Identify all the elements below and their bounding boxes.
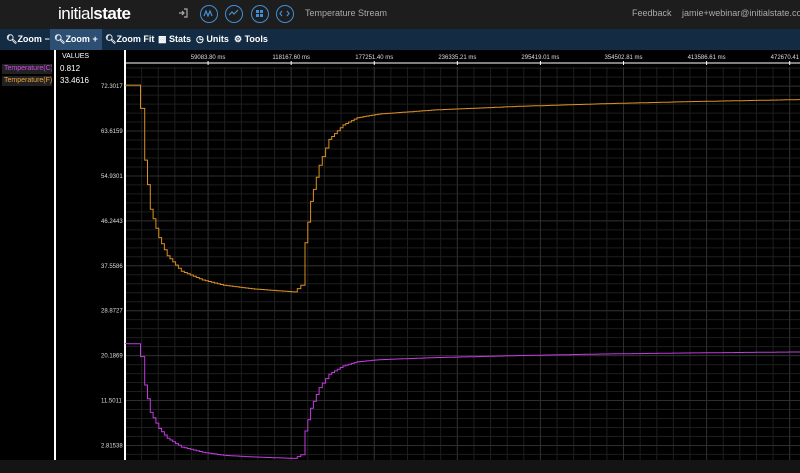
values-header: VALUES [62,53,90,60]
x-tick-label: 118167.60 ms [272,55,310,61]
bar-chart-icon: ▩ [158,34,167,44]
x-tick-label: 236335.21 ms [438,55,476,61]
temperature-chart[interactable]: 59083.80 ms 118167.60 ms 177251.40 ms 23633… [97,50,800,460]
y-tick-label: 28.8727 [101,309,123,315]
logo-part-initial: initial [58,4,94,23]
zoom-out-button[interactable]: 🔍︎Zoom − [6,29,50,50]
chart-background [97,50,800,460]
y-tick-label: 20.1869 [101,354,123,360]
minus-icon: − [44,34,50,44]
x-tick-label: 295419.01 ms [521,55,559,61]
x-tick-label: 472670.41 ms [771,55,800,61]
zoom-fit-button[interactable]: 🔍︎Zoom Fit [105,29,154,50]
tools-label: Tools [244,34,268,44]
tools-button[interactable]: ⚙ Tools [234,29,268,50]
zoom-magnifier-icon: 🔍︎ [6,34,18,44]
panel-divider [54,50,56,460]
zoom-magnifier-icon: 🔍︎ [105,34,117,44]
zoom-in-label: Zoom [65,34,90,44]
y-tick-label: 46.2443 [101,219,123,225]
series-value-fahrenheit: 33.4616 [60,76,89,85]
logo-part-state: state [93,4,131,23]
zoom-in-button[interactable]: 🔍︎Zoom + [50,29,102,50]
units-button[interactable]: ◷ Units [196,29,229,50]
y-tick-label: 11.5011 [101,399,122,405]
x-tick-label: 354502.81 ms [605,55,643,61]
series-name-celsius[interactable]: Temperature(C) [2,64,52,74]
source-view-icon[interactable] [276,5,294,23]
y-tick-label: 54.9301 [101,174,123,180]
y-tick-label: 72.3017 [101,84,123,90]
top-bar: initialstate Temperature Stream Feedback… [0,0,800,29]
zoom-magnifier-icon: 🔍︎ [54,34,66,44]
waves-view-icon[interactable] [200,5,218,23]
zoom-fit-label: Zoom Fit [116,34,155,44]
x-tick-label: 59083.80 ms [191,55,226,61]
user-account[interactable]: jamie+webinar@initialstate.com [682,8,800,18]
units-label: Units [206,34,229,44]
y-tick-label: 2.81538 [101,443,123,449]
y-tick-label: 63.6159 [101,129,123,135]
feedback-link[interactable]: Feedback [632,8,672,18]
chart-toolbar: 🔍︎Zoom − 🔍︎Zoom + 🔍︎Zoom Fit ▩ Stats ◷ U… [0,29,800,50]
clock-icon: ◷ [196,34,204,44]
logo[interactable]: initialstate [58,4,131,24]
plus-icon: + [92,34,98,44]
x-tick-label: 177251.40 ms [355,55,393,61]
sign-in-icon[interactable] [178,8,188,18]
stream-title: Temperature Stream [305,8,388,18]
series-name-fahrenheit[interactable]: Temperature(F) [2,76,52,86]
y-tick-label: 37.5586 [101,264,123,270]
tiles-view-icon[interactable] [251,5,269,23]
stats-button[interactable]: ▩ Stats [158,29,191,50]
series-value-celsius: 0.812 [60,64,81,73]
footer-bar [0,460,800,473]
x-tick-label: 413586.61 ms [688,55,726,61]
zoom-out-label: Zoom [17,34,42,44]
lines-view-icon[interactable] [225,5,243,23]
stats-label: Stats [169,34,192,44]
gear-icon: ⚙ [234,34,243,44]
